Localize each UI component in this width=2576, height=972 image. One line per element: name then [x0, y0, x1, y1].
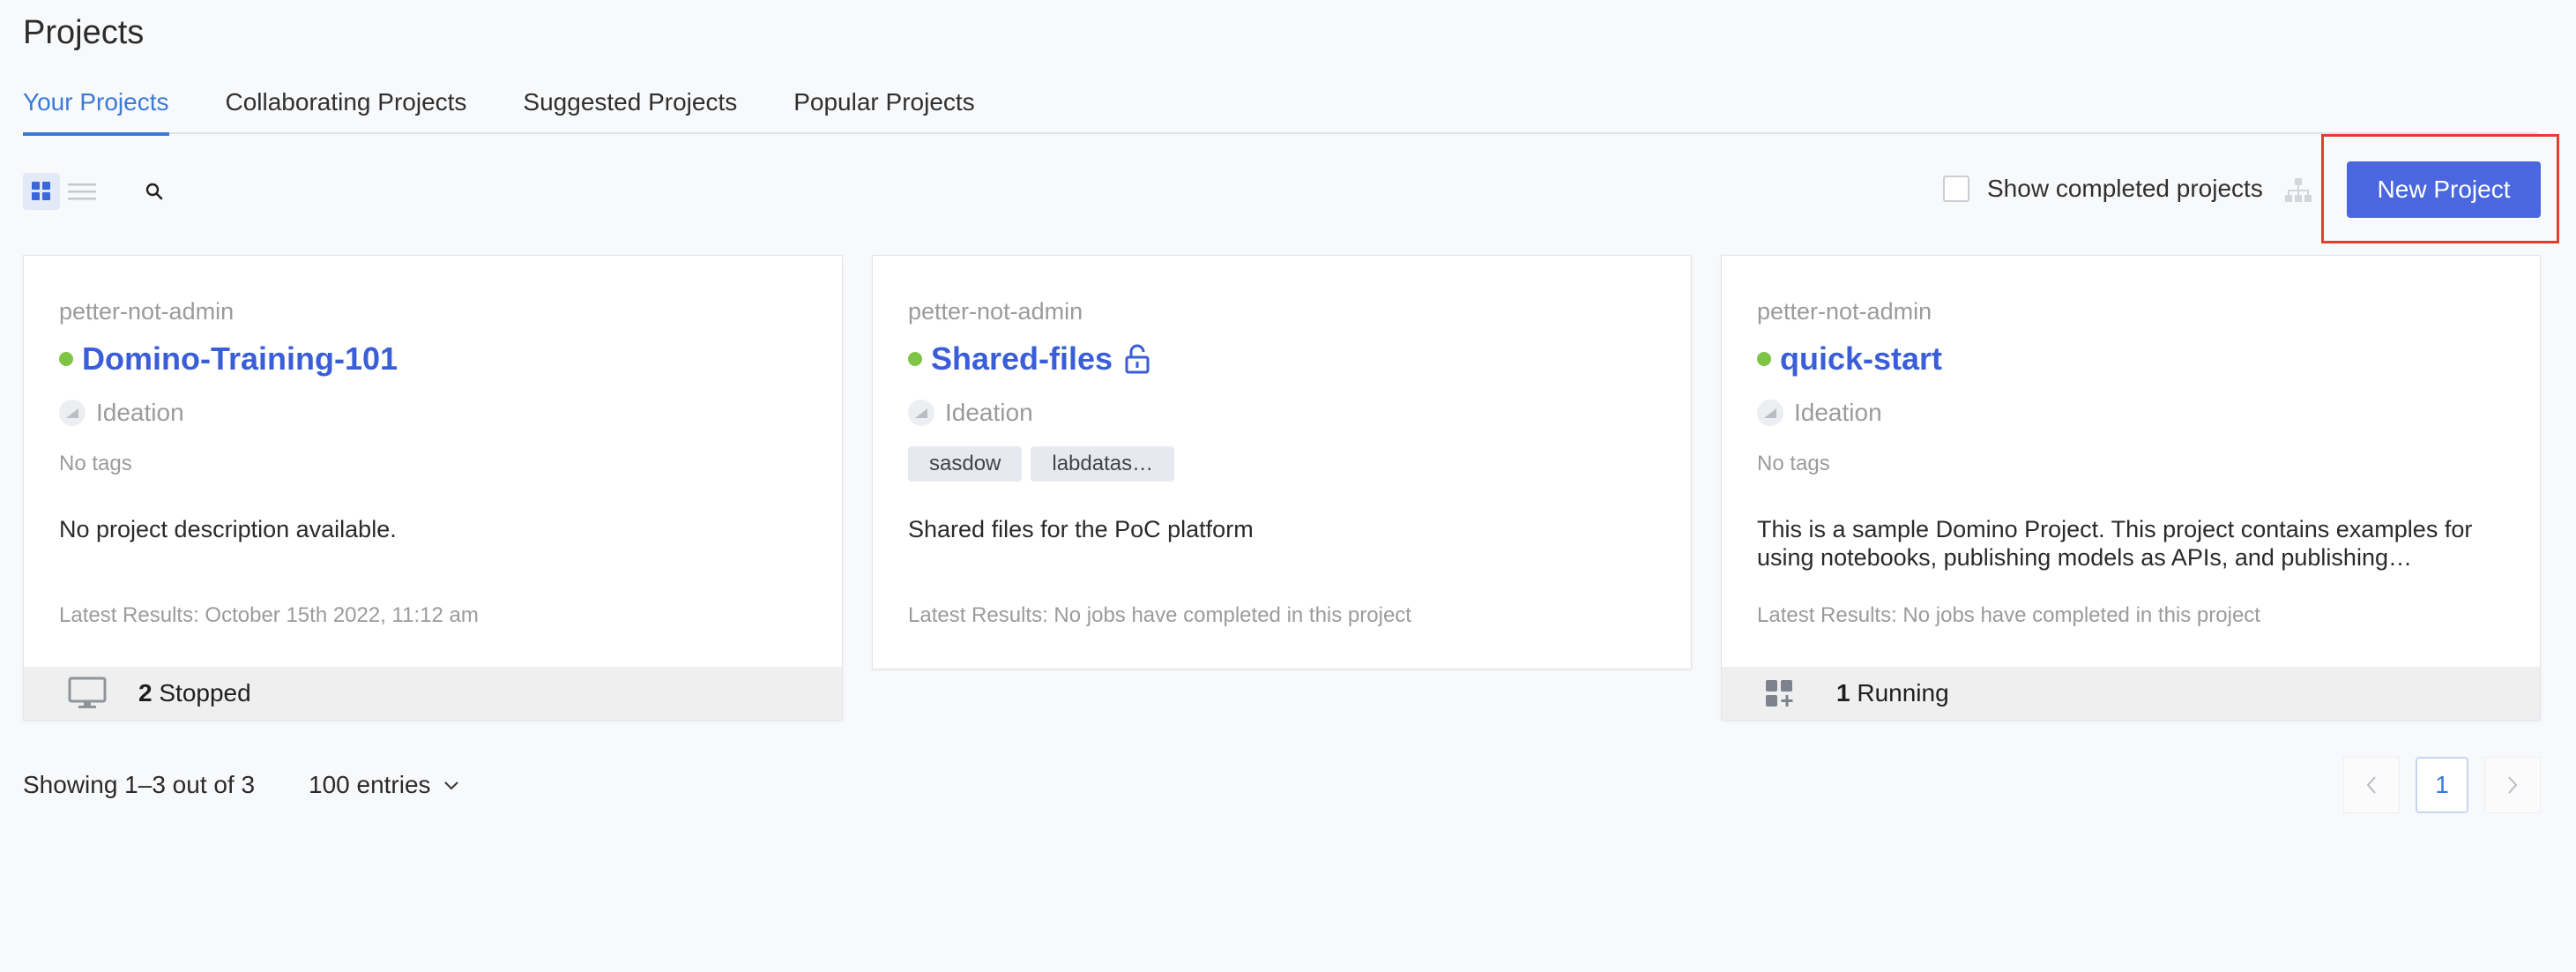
no-tags-text: No tags [1757, 452, 1830, 475]
stage-icon [908, 400, 934, 426]
project-tags: sasdow labdatas… [908, 446, 1175, 482]
page-title: Projects [23, 14, 145, 51]
stage-label: Ideation [945, 399, 1033, 426]
stage-label: Ideation [1794, 399, 1882, 426]
no-tags-text: No tags [59, 452, 132, 475]
status-dot [59, 352, 73, 366]
workspace-status-label: Stopped [159, 679, 251, 707]
workspace-status-label: Running [1857, 679, 1949, 707]
search-icon [145, 183, 163, 200]
chevron-left-icon [2366, 776, 2376, 794]
next-page-button[interactable] [2484, 757, 2541, 813]
latest-results: Latest Results: October 15th 2022, 11:12… [59, 603, 479, 627]
project-card[interactable]: petter-not-admin Domino-Training-101 Ide… [23, 255, 843, 721]
chevron-down-icon [443, 781, 458, 790]
apps-add-icon [1766, 680, 1793, 707]
project-owner: petter-not-admin [59, 298, 235, 325]
project-name-link[interactable]: Shared-files [931, 340, 1113, 378]
tab-collaborating-projects[interactable]: Collaborating Projects [226, 85, 467, 134]
tag-chip[interactable]: sasdow [908, 446, 1023, 482]
grid-icon [32, 182, 50, 200]
search-button[interactable] [141, 178, 168, 205]
card-footer[interactable]: 1 Running [1722, 667, 2540, 720]
page-number-button[interactable]: 1 [2416, 757, 2468, 813]
hierarchy-icon[interactable] [2283, 176, 2313, 205]
tab-your-projects[interactable]: Your Projects [23, 85, 169, 136]
new-project-button[interactable]: New Project [2347, 161, 2541, 218]
stage-icon [59, 400, 86, 426]
project-owner: petter-not-admin [908, 298, 1083, 325]
unlock-icon [1125, 344, 1150, 374]
chevron-right-icon [2508, 776, 2518, 794]
entries-label: 100 entries [309, 771, 431, 798]
show-completed-checkbox[interactable] [1943, 176, 1969, 202]
entries-per-page-select[interactable]: 100 entries [309, 771, 459, 799]
show-completed-toggle[interactable]: Show completed projects [1943, 175, 2263, 203]
list-view-button[interactable] [63, 173, 101, 210]
tab-popular-projects[interactable]: Popular Projects [793, 85, 974, 134]
previous-page-button[interactable] [2343, 757, 2400, 813]
project-tabs: Your Projects Collaborating Projects Sug… [23, 85, 2537, 136]
status-dot [908, 352, 922, 366]
project-stage: Ideation [59, 399, 184, 427]
project-description: This is a sample Domino Project. This pr… [1757, 516, 2473, 571]
project-card[interactable]: petter-not-admin Shared-files Ideation s… [872, 255, 1692, 669]
grid-view-button[interactable] [23, 173, 60, 210]
project-title-row: Shared-files [908, 340, 1151, 378]
project-stage: Ideation [1757, 399, 1882, 427]
project-title-row: Domino-Training-101 [59, 340, 398, 378]
tag-chip[interactable]: labdatas… [1031, 446, 1175, 482]
latest-results: Latest Results: No jobs have completed i… [908, 603, 1411, 627]
project-title-row: quick-start [1757, 340, 1942, 378]
list-icon [68, 183, 96, 200]
monitor-icon [68, 677, 107, 708]
project-name-link[interactable]: Domino-Training-101 [82, 340, 398, 378]
show-completed-label: Show completed projects [1987, 175, 2263, 202]
project-description: No project description available. [59, 516, 397, 542]
project-owner: petter-not-admin [1757, 298, 1932, 325]
tab-suggested-projects[interactable]: Suggested Projects [523, 85, 737, 134]
latest-results: Latest Results: No jobs have completed i… [1757, 603, 2260, 627]
project-card[interactable]: petter-not-admin quick-start Ideation No… [1721, 255, 2541, 721]
workspace-count: 1 [1836, 679, 1850, 707]
project-description: Shared files for the PoC platform [908, 516, 1254, 542]
workspace-status: 1 Running [1836, 679, 1949, 707]
card-footer[interactable]: 2 Stopped [24, 667, 842, 720]
showing-count: Showing 1–3 out of 3 [23, 771, 256, 798]
project-stage: Ideation [908, 399, 1033, 427]
project-name-link[interactable]: quick-start [1780, 340, 1942, 378]
status-dot [1757, 352, 1771, 366]
workspace-count: 2 [138, 679, 153, 707]
stage-icon [1757, 400, 1783, 426]
stage-label: Ideation [96, 399, 184, 426]
view-toolbar [23, 173, 168, 210]
workspace-status: 2 Stopped [138, 679, 251, 707]
